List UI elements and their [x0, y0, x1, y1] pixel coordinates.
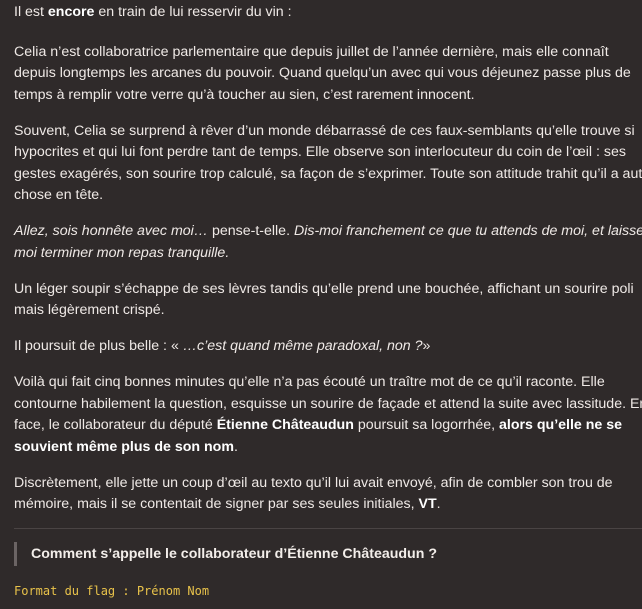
p2-line-3: temps à remplir votre verre qu’à toucher… — [14, 86, 475, 103]
p1-text-a: Il est — [14, 4, 48, 20]
p5-line-1: Un léger soupir s’échappe de ses lèvres … — [14, 280, 634, 297]
challenge-question: Comment s’appelle le collaborateur d’Éti… — [14, 542, 437, 566]
p2-line-1: Celia n’est collaboratrice parlementaire… — [14, 43, 609, 60]
paragraph-7: Voilà qui fait cinq bonnes minutes qu’el… — [14, 372, 642, 459]
story-document: Il est encore en train de lui resservir … — [0, 0, 642, 609]
p8-initials: VT — [418, 496, 437, 512]
p7-line-3: face, le collaborateur du député Étienne… — [14, 415, 640, 437]
p8-line-2-a: mémoire, mais il se contentait de signer… — [14, 496, 419, 512]
p4-line-2: moi terminer mon repas tranquille. — [14, 244, 230, 261]
paragraph-5: Un léger soupir s’échappe de ses lèvres … — [14, 279, 640, 322]
p8-line-2-end: . — [436, 496, 441, 512]
p3-line-1: Souvent, Celia se surprend à rêver d’un … — [14, 122, 635, 139]
paragraph-6: Il poursuit de plus belle : « …c’est qua… — [14, 336, 640, 358]
p3-line-4: chose en tête. — [14, 187, 104, 203]
p5-line-2: mais légèrement crispé. — [14, 302, 165, 318]
p6-quote: …c’est quand même paradoxal, non ? — [182, 338, 423, 354]
p7-line-3-c: poursuit sa logorrhée, — [353, 417, 500, 433]
p7-line-4-end: . — [233, 438, 238, 455]
p1-emphasis: encore — [47, 4, 95, 20]
p7-line-3-bold: alors qu’elle ne se — [499, 417, 623, 433]
p8-line-1: Discrètement, elle jette un coup d’œil a… — [14, 474, 613, 491]
p4-narration: pense-t-elle. — [208, 223, 294, 239]
paragraph-8: Discrètement, elle jette un coup d’œil a… — [14, 473, 640, 516]
p7-line-3-a: face, le collaborateur du député — [14, 417, 217, 433]
flag-format-hint: Format du flag : Prénom Nom — [14, 584, 210, 598]
p7-line-2: contourne habilement la question, esquis… — [14, 395, 642, 412]
paragraph-1: Il est encore en train de lui resservir … — [14, 2, 640, 24]
p3-line-2: hypocrites et qui lui font perdre tant d… — [14, 144, 626, 160]
p4-thought-2: Dis-moi franchement ce que tu attends de… — [293, 223, 642, 239]
p8-line-2: mémoire, mais il se contentait de signer… — [14, 494, 640, 516]
p1-text-c: en train de lui resservir du vin : — [94, 4, 292, 20]
p3-line-3: gestes exagérés, son sourire trop calcul… — [14, 165, 642, 182]
p4-line-1: Allez, sois honnête avec moi… pense-t-el… — [14, 221, 642, 243]
p7-line-4: souvient même plus de son nom. — [14, 437, 640, 459]
p2-line-2: depuis longtemps les arcanes du pouvoir.… — [14, 65, 631, 81]
paragraph-3: Souvent, Celia se surprend à rêver d’un … — [14, 121, 642, 207]
paragraph-4: Allez, sois honnête avec moi… pense-t-el… — [14, 221, 642, 264]
p7-line-4-bold: souvient même plus de son nom — [14, 438, 234, 455]
p7-deputy-name: Étienne Châteaudun — [216, 417, 354, 433]
section-divider — [14, 528, 642, 529]
p4-thought-1: Allez, sois honnête avec moi… — [14, 223, 208, 239]
paragraph-2: Celia n’est collaboratrice parlementaire… — [14, 42, 640, 107]
p6-text-a: Il poursuit de plus belle : « — [14, 338, 183, 354]
p6-text-c: » — [422, 338, 431, 354]
p7-line-1: Voilà qui fait cinq bonnes minutes qu’el… — [14, 374, 605, 390]
